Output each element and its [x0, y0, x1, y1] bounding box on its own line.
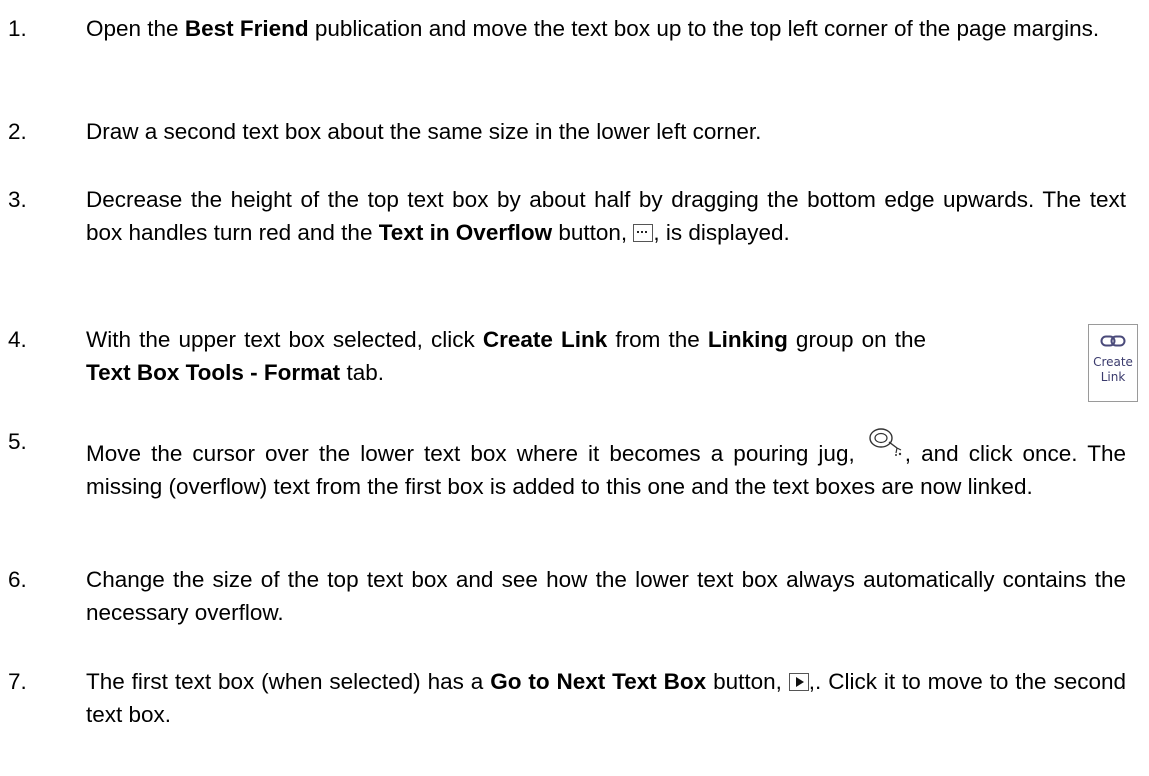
create-link-label-line1: Create — [1093, 355, 1133, 369]
step-number: 5. — [8, 429, 27, 454]
step-number: 3. — [8, 187, 27, 212]
text-overflow-icon — [633, 224, 654, 242]
step-number: 7. — [8, 669, 27, 694]
create-link-button: Create Link — [1088, 324, 1138, 402]
step-number: 4. — [8, 327, 27, 352]
step-text: Draw a second text box about the same si… — [86, 119, 762, 144]
step-number: 6. — [8, 567, 27, 592]
step-text: Open the Best Friend publication and mov… — [86, 16, 1100, 41]
create-link-label-line2: Link — [1100, 370, 1126, 384]
go-to-next-text-box-icon — [788, 673, 809, 691]
chain-link-icon — [1100, 335, 1126, 347]
step-text: Move the cursor over the lower text box … — [86, 425, 1126, 503]
step-number: 2. — [8, 119, 27, 144]
step-text: Decrease the height of the top text box … — [86, 187, 1126, 245]
pouring-jug-icon — [867, 425, 905, 457]
step-number: 1. — [8, 16, 27, 41]
step-text: With the upper text box selected, click … — [86, 327, 926, 385]
step-text: Change the size of the top text box and … — [86, 567, 1126, 625]
step-text: The first text box (when selected) has a… — [86, 669, 1127, 727]
